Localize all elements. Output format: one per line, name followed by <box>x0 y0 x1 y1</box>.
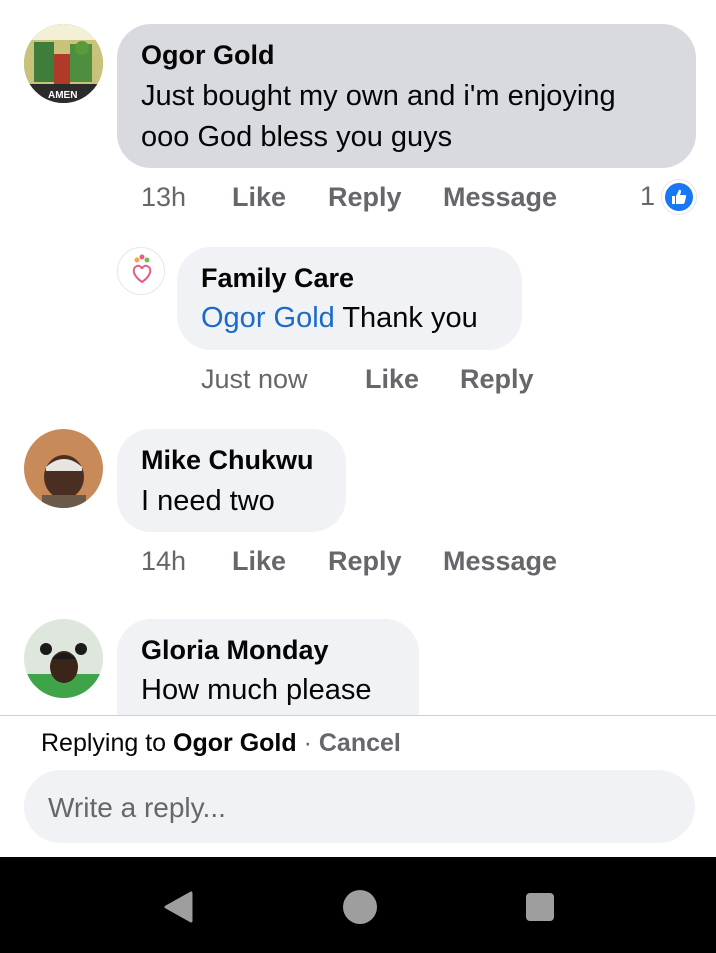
like-button[interactable]: Like <box>232 182 286 213</box>
reply-input[interactable] <box>48 792 668 824</box>
reply-button[interactable]: Reply <box>460 364 534 395</box>
avatar-gloria-monday[interactable] <box>24 619 103 698</box>
comment-timestamp: 13h <box>141 182 187 212</box>
avatar-caption: AMEN <box>48 90 78 101</box>
back-triangle-icon[interactable] <box>158 887 198 927</box>
system-nav-bar <box>0 857 716 953</box>
comment-author[interactable]: Ogor Gold <box>141 40 274 71</box>
like-button[interactable]: Like <box>232 546 286 577</box>
avatar-ogor-gold[interactable]: AMEN <box>24 24 103 103</box>
reply-button[interactable]: Reply <box>328 546 402 577</box>
comment-text: ooo God bless you guys <box>141 121 453 153</box>
thumbs-up-icon[interactable] <box>662 180 696 214</box>
separator: · <box>296 729 319 757</box>
reaction-count[interactable]: 1 <box>640 181 655 212</box>
reply-button[interactable]: Reply <box>328 182 402 213</box>
avatar-family-care[interactable] <box>117 247 165 295</box>
comment-author[interactable]: Gloria Monday <box>141 635 329 666</box>
replying-to-label: Replying to Ogor Gold · Cancel <box>41 729 401 758</box>
comment-timestamp: 14h <box>141 546 187 576</box>
avatar-mike-chukwu[interactable] <box>24 429 103 508</box>
comment-author[interactable]: Mike Chukwu <box>141 445 314 476</box>
composer-divider <box>0 715 716 716</box>
recents-square-icon[interactable] <box>520 887 560 927</box>
comment-text: Just bought my own and i'm enjoying <box>141 80 616 112</box>
replying-prefix: Replying to <box>41 729 174 757</box>
comment-text: Ogor Gold Thank you <box>201 298 478 339</box>
replying-to-name: Ogor Gold <box>173 729 297 757</box>
cancel-reply-button[interactable]: Cancel <box>319 729 401 757</box>
message-button[interactable]: Message <box>443 546 557 577</box>
like-button[interactable]: Like <box>365 364 419 395</box>
comment-text: How much please <box>141 674 372 706</box>
comment-text: I need two <box>141 485 275 517</box>
comment-timestamp: Just now <box>201 364 308 394</box>
home-circle-icon[interactable] <box>340 887 380 927</box>
reply-box[interactable] <box>24 770 695 843</box>
message-button[interactable]: Message <box>443 182 557 213</box>
comment-text-body: Thank you <box>334 302 478 334</box>
mention-link[interactable]: Ogor Gold <box>201 302 335 334</box>
comment-author[interactable]: Family Care <box>201 263 354 294</box>
